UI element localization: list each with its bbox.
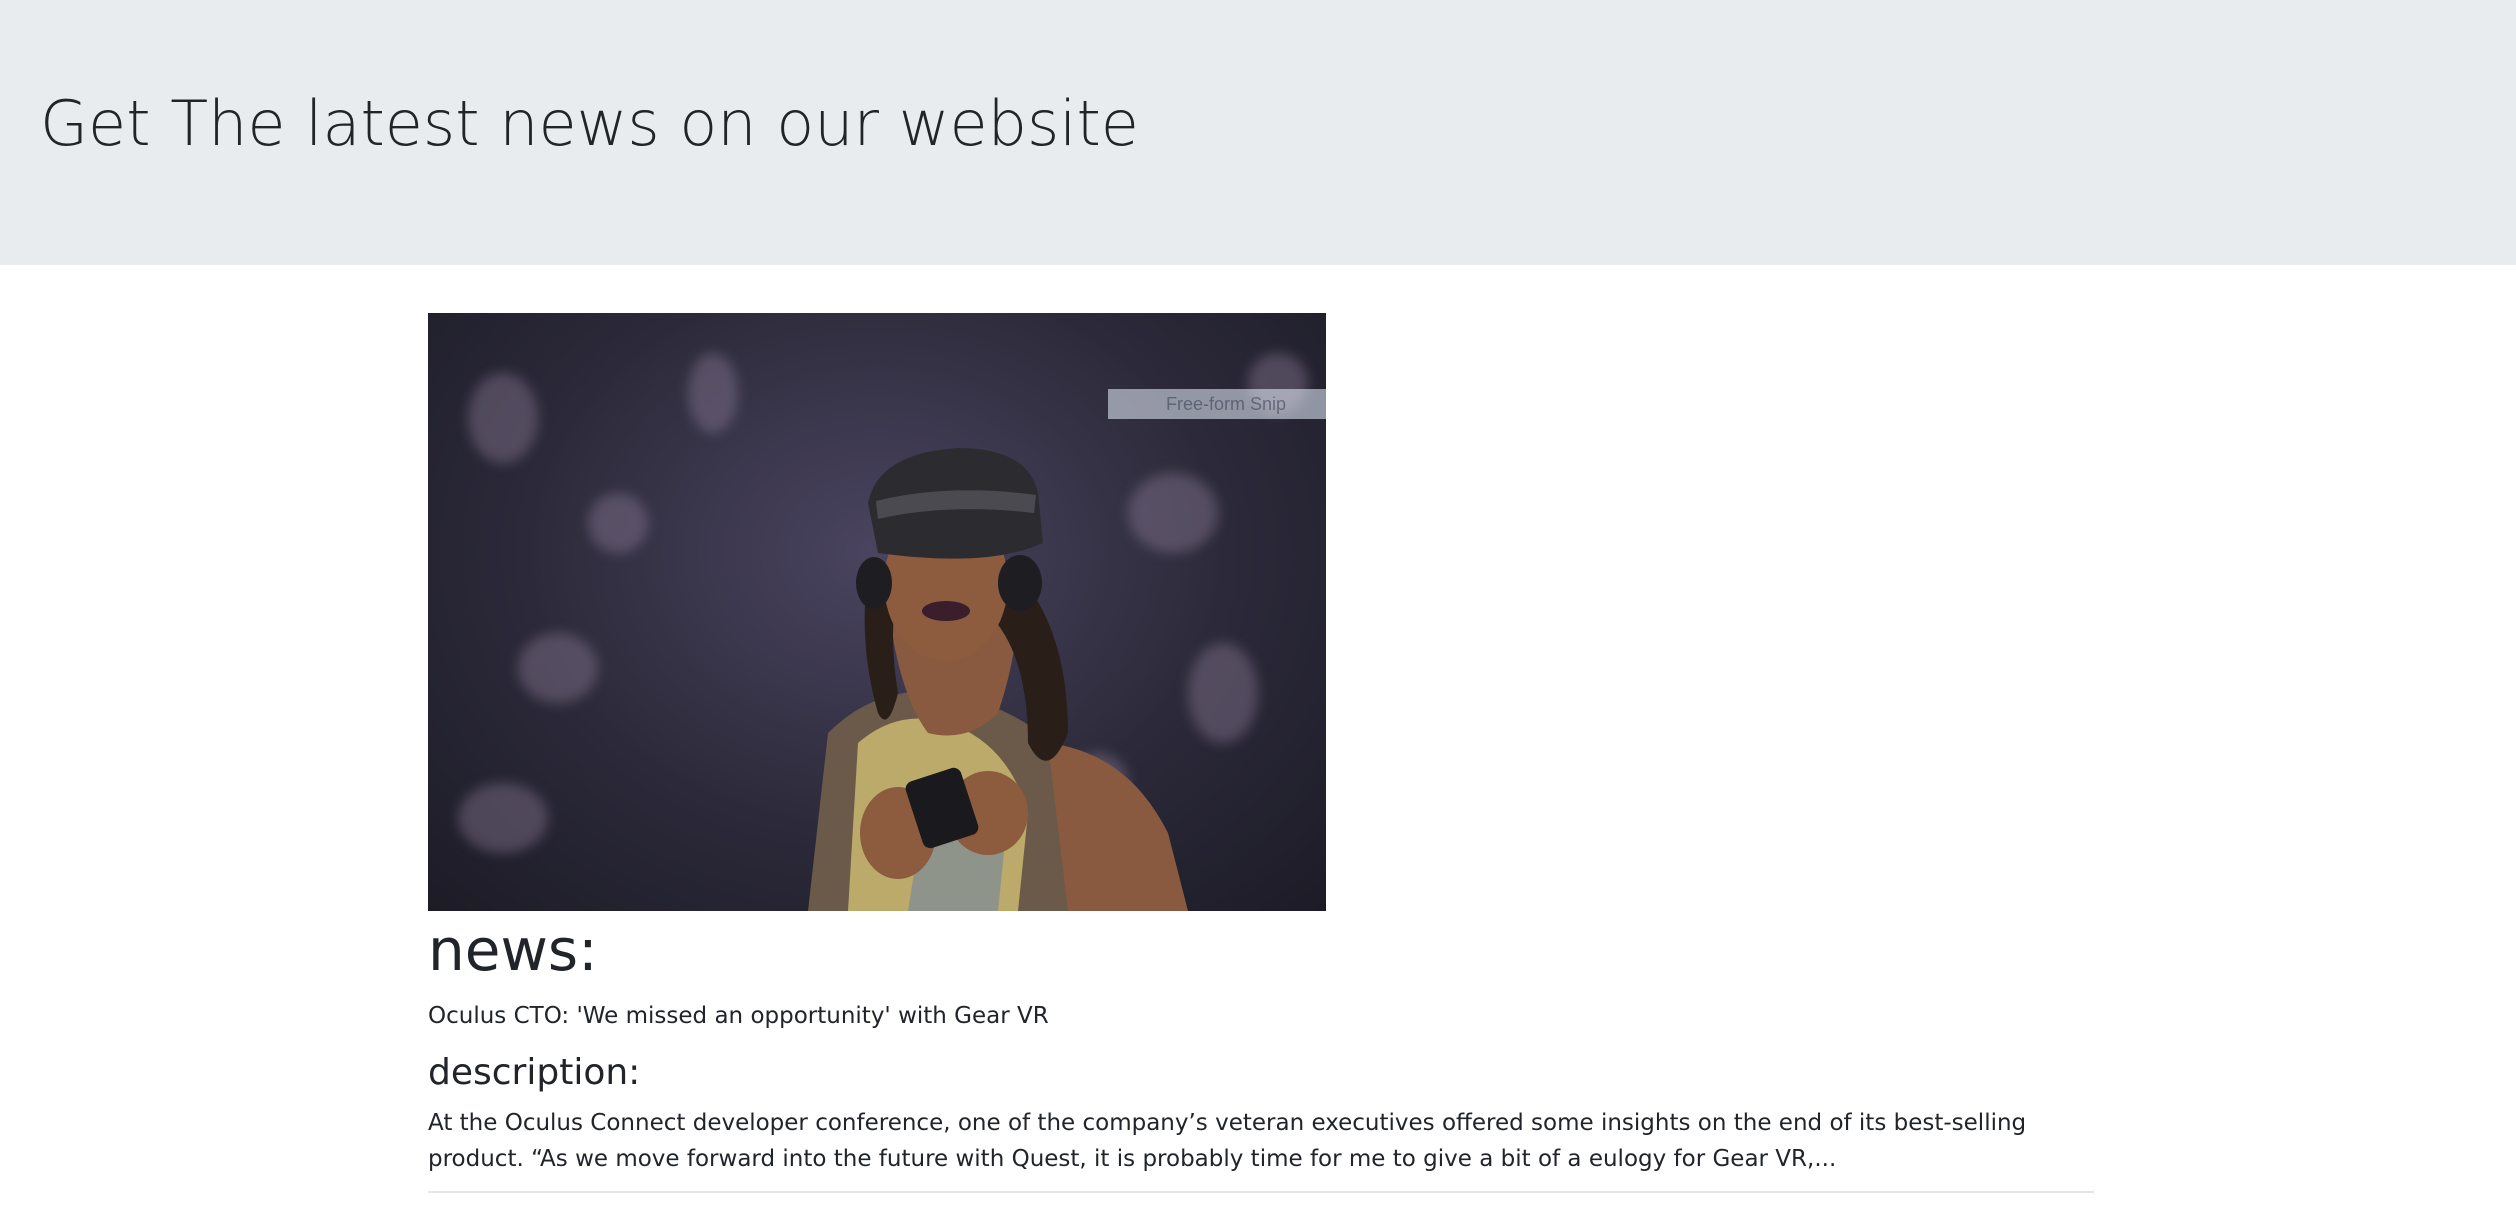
news-article: Free-form Snip news: Oculus CTO: 'We mis… bbox=[428, 313, 2094, 1193]
page-title: Get The latest news on our website bbox=[40, 87, 1139, 160]
description-text: At the Oculus Connect developer conferen… bbox=[428, 1110, 2027, 1172]
news-heading: news: bbox=[428, 916, 598, 984]
header-banner: Get The latest news on our website bbox=[0, 0, 2516, 265]
snip-overlay-label: Free-form Snip bbox=[1108, 389, 1326, 419]
article-image: Free-form Snip bbox=[428, 313, 1326, 911]
news-title: Oculus CTO: 'We missed an opportunity' w… bbox=[428, 1003, 1049, 1029]
article-divider bbox=[428, 1191, 2094, 1193]
description-heading: description: bbox=[428, 1052, 641, 1093]
